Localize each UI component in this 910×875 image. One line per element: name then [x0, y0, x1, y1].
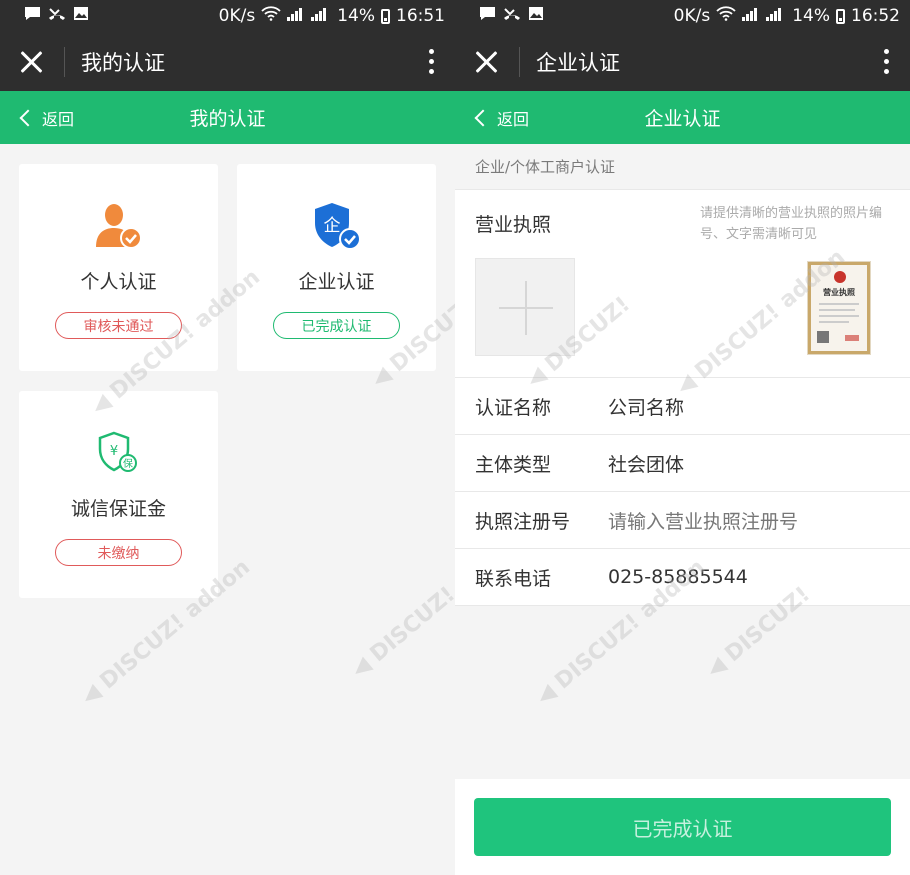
battery-icon: [836, 8, 845, 24]
divider: [519, 46, 520, 77]
page-header: 返回 企业认证: [455, 91, 910, 144]
sample-line: [819, 321, 849, 323]
cert-name-value: 公司名称: [608, 396, 685, 419]
emblem-icon: [834, 271, 846, 283]
message-icon: [479, 6, 496, 26]
status-bar: 0K/s 14% 16:51: [0, 0, 455, 32]
back-button[interactable]: 返回: [18, 91, 74, 144]
sample-line: [819, 309, 855, 311]
qr-code-icon: [817, 331, 829, 343]
app-bar: 我的认证: [0, 32, 455, 91]
page-header: 返回 我的认证: [0, 91, 455, 144]
status-badge: 已完成认证: [273, 312, 400, 339]
svg-text:保: 保: [123, 457, 133, 470]
submit-button[interactable]: 已完成认证: [474, 798, 891, 856]
deposit-card[interactable]: ¥ 保 诚信保证金 未缴纳: [19, 391, 218, 598]
missed-call-icon: [503, 6, 521, 26]
sample-line: [819, 315, 859, 317]
license-label: 营业执照: [475, 214, 552, 236]
stamp-icon: [845, 335, 859, 341]
phone-value[interactable]: 025-85885544: [608, 566, 748, 588]
more-options-icon[interactable]: [427, 49, 435, 74]
notification-icons: [479, 6, 544, 26]
row-label: 认证名称: [475, 396, 552, 419]
image-icon: [528, 6, 544, 26]
chevron-left-icon: [19, 109, 37, 126]
license-hint: 请提供清晰的营业执照的照片编号、文字需清晰可见: [700, 206, 883, 242]
svg-text:¥: ¥: [109, 444, 117, 459]
network-speed: 0K/s: [218, 6, 256, 26]
card-label: 企业认证: [298, 271, 375, 293]
svg-text:企: 企: [323, 216, 340, 236]
entity-type-row[interactable]: 主体类型 社会团体: [455, 435, 910, 492]
phone-row[interactable]: 联系电话 025-85885544: [455, 549, 910, 606]
sample-line: [819, 303, 859, 305]
bottom-bar: 已完成认证: [455, 779, 910, 875]
license-sample-image: 营业执照: [808, 262, 870, 354]
row-label: 主体类型: [475, 453, 552, 476]
enterprise-certification-screen: 0K/s 14% 16:52 企业认证 返回 企业认证 企业/个体工商户认证 营…: [455, 0, 910, 875]
person-verified-icon: [89, 201, 149, 251]
license-section: 营业执照 请提供清晰的营业执照的照片编号、文字需清晰可见 营业执照: [455, 190, 910, 378]
notification-icons: [24, 6, 89, 26]
section-header: 企业/个体工商户认证: [455, 144, 910, 190]
status-badge: 审核未通过: [55, 312, 182, 339]
app-root: 0K/s 14% 16:51 我的认证 返回 我的认证 个人认证 审核未通过 企…: [0, 0, 910, 875]
app-bar-title: 企业认证: [536, 50, 620, 75]
image-icon: [73, 6, 89, 26]
chevron-left-icon: [474, 109, 492, 126]
network-speed: 0K/s: [673, 6, 711, 26]
close-icon[interactable]: [18, 49, 44, 75]
missed-call-icon: [48, 6, 66, 26]
battery-percent: 14%: [792, 6, 830, 26]
page-title: 我的认证: [189, 108, 266, 130]
status-badge: 未缴纳: [55, 539, 182, 566]
close-icon[interactable]: [473, 49, 499, 75]
entity-type-value: 社会团体: [608, 453, 685, 476]
upload-photo-button[interactable]: [475, 258, 575, 356]
license-number-row[interactable]: 执照注册号 请输入营业执照注册号: [455, 492, 910, 549]
cert-card-grid: 个人认证 审核未通过 企 企业认证 已完成认证 ¥ 保 诚信保证金 未缴纳: [0, 144, 455, 598]
enterprise-shield-icon: 企: [307, 201, 367, 251]
back-button[interactable]: 返回: [473, 91, 529, 144]
card-label: 诚信保证金: [70, 498, 166, 520]
status-bar: 0K/s 14% 16:52: [455, 0, 910, 32]
battery-percent: 14%: [337, 6, 375, 26]
back-label: 返回: [42, 109, 75, 129]
sample-title: 营业执照: [823, 288, 855, 297]
divider: [64, 46, 65, 77]
signal-icon: [287, 7, 331, 25]
more-options-icon[interactable]: [882, 49, 890, 74]
app-bar: 企业认证: [455, 32, 910, 91]
message-icon: [24, 6, 41, 26]
signal-icon: [742, 7, 786, 25]
clock: 16:52: [851, 6, 900, 26]
my-certification-screen: 0K/s 14% 16:51 我的认证 返回 我的认证 个人认证 审核未通过 企…: [0, 0, 455, 875]
wifi-icon: [716, 6, 736, 26]
app-bar-title: 我的认证: [81, 50, 165, 75]
license-number-input[interactable]: 请输入营业执照注册号: [608, 507, 798, 534]
wifi-icon: [261, 6, 281, 26]
page-title: 企业认证: [644, 108, 721, 130]
personal-cert-card[interactable]: 个人认证 审核未通过: [19, 164, 218, 371]
enterprise-cert-card[interactable]: 企 企业认证 已完成认证: [237, 164, 436, 371]
card-label: 个人认证: [80, 271, 157, 293]
row-label: 执照注册号: [475, 510, 571, 533]
deposit-shield-icon: ¥ 保: [89, 428, 149, 478]
back-label: 返回: [497, 109, 530, 129]
row-label: 联系电话: [475, 567, 552, 590]
clock: 16:51: [396, 6, 445, 26]
battery-icon: [381, 8, 390, 24]
cert-name-row[interactable]: 认证名称 公司名称: [455, 378, 910, 435]
